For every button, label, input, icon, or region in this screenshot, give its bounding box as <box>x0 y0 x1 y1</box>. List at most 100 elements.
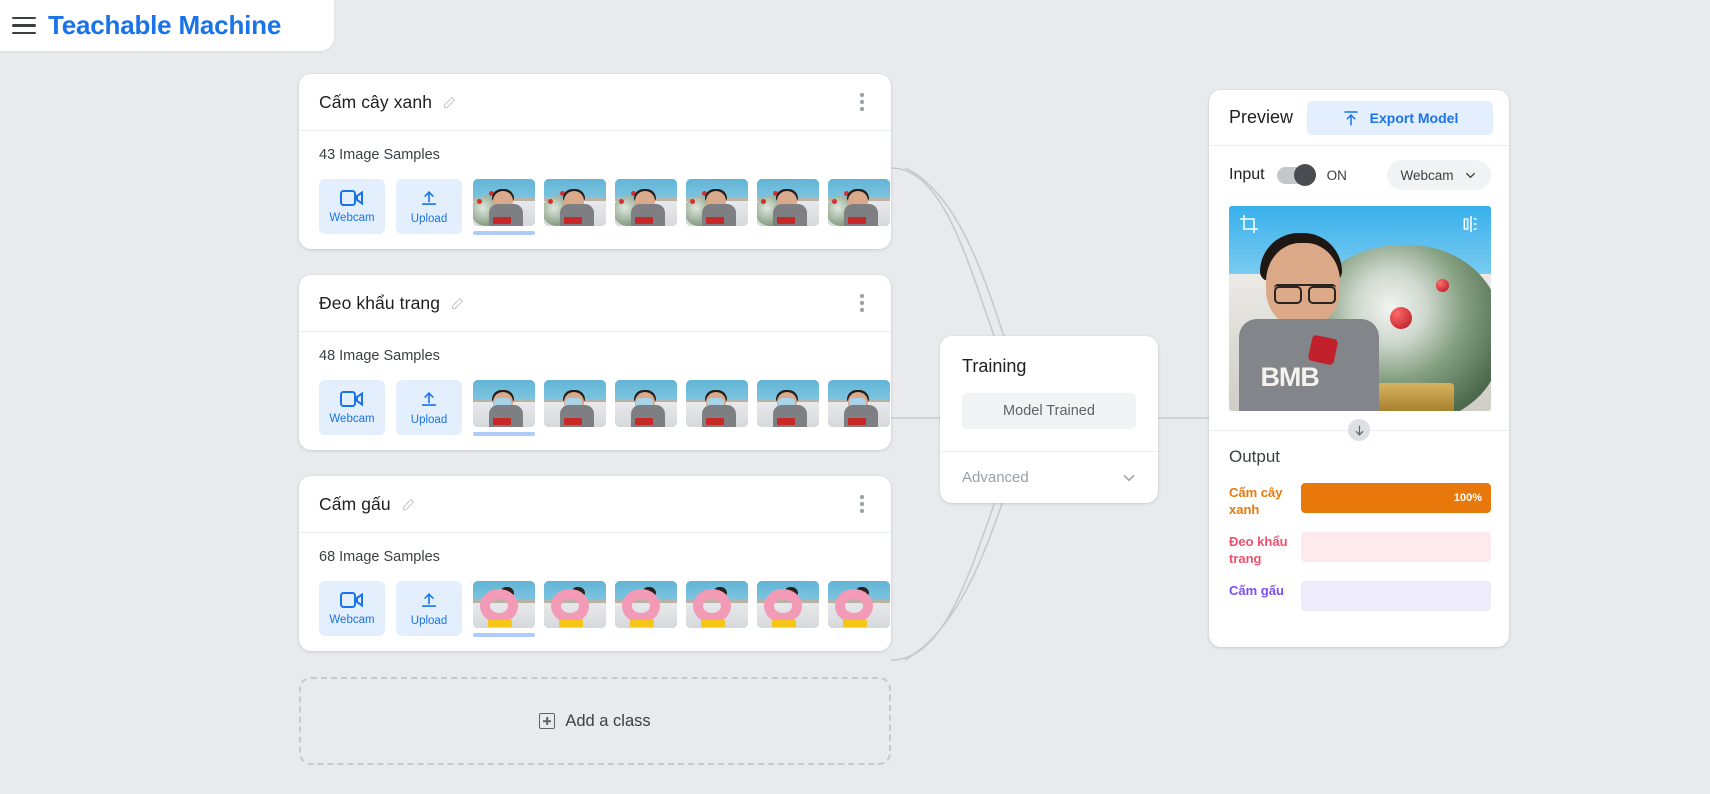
upload-icon <box>421 592 437 607</box>
video-camera-icon <box>340 190 363 206</box>
crop-icon <box>1239 214 1259 234</box>
thumbnail-item[interactable] <box>686 179 748 235</box>
input-source-value: Webcam <box>1400 167 1454 183</box>
upload-button-label: Upload <box>410 212 448 225</box>
output-bar-fill: 100% <box>1301 483 1491 513</box>
output-percent: 100% <box>1453 492 1482 504</box>
plus-square-icon <box>539 713 556 729</box>
thumbnail-item[interactable] <box>828 581 890 637</box>
preview-output-divider <box>1209 419 1509 445</box>
class-card-header: Cấm cây xanh <box>299 74 891 131</box>
hamburger-menu-icon[interactable] <box>12 16 36 35</box>
upload-button[interactable]: Upload <box>396 380 462 435</box>
edit-pencil-icon[interactable] <box>450 296 465 311</box>
output-section: Output Cấm cây xanh 100% Đeo khẩu trang <box>1209 445 1509 647</box>
sample-controls: Webcam Upload <box>319 179 891 235</box>
training-title: Training <box>962 356 1027 376</box>
train-model-button[interactable]: Model Trained <box>962 393 1136 429</box>
training-header: Training <box>940 336 1158 377</box>
thumbnail-item[interactable] <box>686 380 748 436</box>
preview-title: Preview <box>1229 107 1294 127</box>
output-bar-track <box>1301 581 1491 611</box>
class-name: Cấm gấu <box>319 493 391 514</box>
upload-icon <box>421 190 437 205</box>
class-list: Cấm cây xanh 43 Image Samples Webcam Upl… <box>299 74 891 765</box>
thumbnail-item[interactable] <box>686 581 748 637</box>
class-menu-button[interactable] <box>851 291 873 315</box>
input-source-select[interactable]: Webcam <box>1387 160 1491 190</box>
video-camera-icon <box>340 391 363 407</box>
add-class-button[interactable]: Add a class <box>299 677 891 765</box>
add-class-label: Add a class <box>565 711 651 730</box>
class-card: Đeo khẩu trang 48 Image Samples Webcam U… <box>299 275 891 450</box>
sample-count: 68 Image Samples <box>319 549 440 565</box>
output-row: Cấm gấu <box>1229 581 1491 611</box>
edit-pencil-icon[interactable] <box>401 497 416 512</box>
webcam-button-label: Webcam <box>329 614 375 626</box>
upload-button[interactable]: Upload <box>396 179 462 234</box>
output-class-label: Đeo khẩu trang <box>1229 534 1288 566</box>
upload-export-icon <box>1343 110 1358 125</box>
class-card: Cấm gấu 68 Image Samples Webcam Upload <box>299 476 891 651</box>
advanced-label: Advanced <box>962 469 1029 486</box>
thumbnail-item[interactable] <box>757 380 819 436</box>
thumbnail-item[interactable] <box>544 179 606 235</box>
sample-thumbnails <box>473 179 891 235</box>
webcam-button-label: Webcam <box>329 212 375 224</box>
thumbnail-item[interactable] <box>473 380 535 436</box>
thumbnail-item[interactable] <box>828 179 890 235</box>
thumbnail-item[interactable] <box>473 179 535 235</box>
class-name: Cấm cây xanh <box>319 91 433 112</box>
app-header: Teachable Machine <box>0 0 334 51</box>
class-card-header: Đeo khẩu trang <box>299 275 891 332</box>
upload-button[interactable]: Upload <box>396 581 462 636</box>
upload-button-label: Upload <box>410 614 448 627</box>
webcam-button[interactable]: Webcam <box>319 179 385 234</box>
thumbnail-item[interactable] <box>473 581 535 637</box>
thumbnail-item[interactable] <box>757 581 819 637</box>
class-card: Cấm cây xanh 43 Image Samples Webcam Upl… <box>299 74 891 249</box>
webcam-preview[interactable]: BMB <box>1229 206 1491 411</box>
edit-pencil-icon[interactable] <box>442 95 457 110</box>
flip-horizontal-icon <box>1463 215 1479 233</box>
training-button-wrap: Model Trained <box>940 377 1158 451</box>
output-row: Đeo khẩu trang <box>1229 532 1491 567</box>
sample-controls: Webcam Upload <box>319 581 891 637</box>
class-card-body: 48 Image Samples Webcam Upload <box>299 332 891 450</box>
output-bar-track: 100% <box>1301 483 1491 513</box>
preview-header: Preview Export Model <box>1209 90 1509 146</box>
output-class-label: Cấm gấu <box>1229 583 1284 598</box>
thumbnail-item[interactable] <box>757 179 819 235</box>
thumbnail-item[interactable] <box>544 380 606 436</box>
class-menu-button[interactable] <box>851 90 873 114</box>
output-bar-track <box>1301 532 1491 562</box>
input-toggle[interactable] <box>1276 164 1316 186</box>
thumbnail-item[interactable] <box>828 380 890 436</box>
sample-count: 43 Image Samples <box>319 147 440 163</box>
sample-thumbnails <box>473 581 891 637</box>
webcam-button[interactable]: Webcam <box>319 581 385 636</box>
class-name: Đeo khẩu trang <box>319 292 441 313</box>
thumbnail-item[interactable] <box>615 581 677 637</box>
thumbnail-item[interactable] <box>544 581 606 637</box>
class-menu-button[interactable] <box>851 492 873 516</box>
chevron-down-icon <box>1465 172 1475 178</box>
sample-controls: Webcam Upload <box>319 380 891 436</box>
advanced-toggle[interactable]: Advanced <box>940 451 1158 503</box>
training-panel: Training Model Trained Advanced <box>940 336 1158 503</box>
webcam-button-label: Webcam <box>329 413 375 425</box>
class-card-body: 68 Image Samples Webcam Upload <box>299 533 891 651</box>
video-camera-icon <box>340 592 363 608</box>
input-toggle-state: ON <box>1326 167 1347 183</box>
class-card-header: Cấm gấu <box>299 476 891 533</box>
chevron-down-icon <box>1123 474 1135 481</box>
export-model-button[interactable]: Export Model <box>1307 100 1493 135</box>
output-title: Output <box>1229 447 1281 466</box>
thumbnail-item[interactable] <box>615 380 677 436</box>
thumbnail-item[interactable] <box>615 179 677 235</box>
arrow-down-icon <box>1348 419 1370 441</box>
input-label: Input <box>1229 166 1265 183</box>
webcam-button[interactable]: Webcam <box>319 380 385 435</box>
output-class-label: Cấm cây xanh <box>1229 485 1283 517</box>
preview-panel: Preview Export Model Input ON Webcam BMB… <box>1209 90 1509 647</box>
